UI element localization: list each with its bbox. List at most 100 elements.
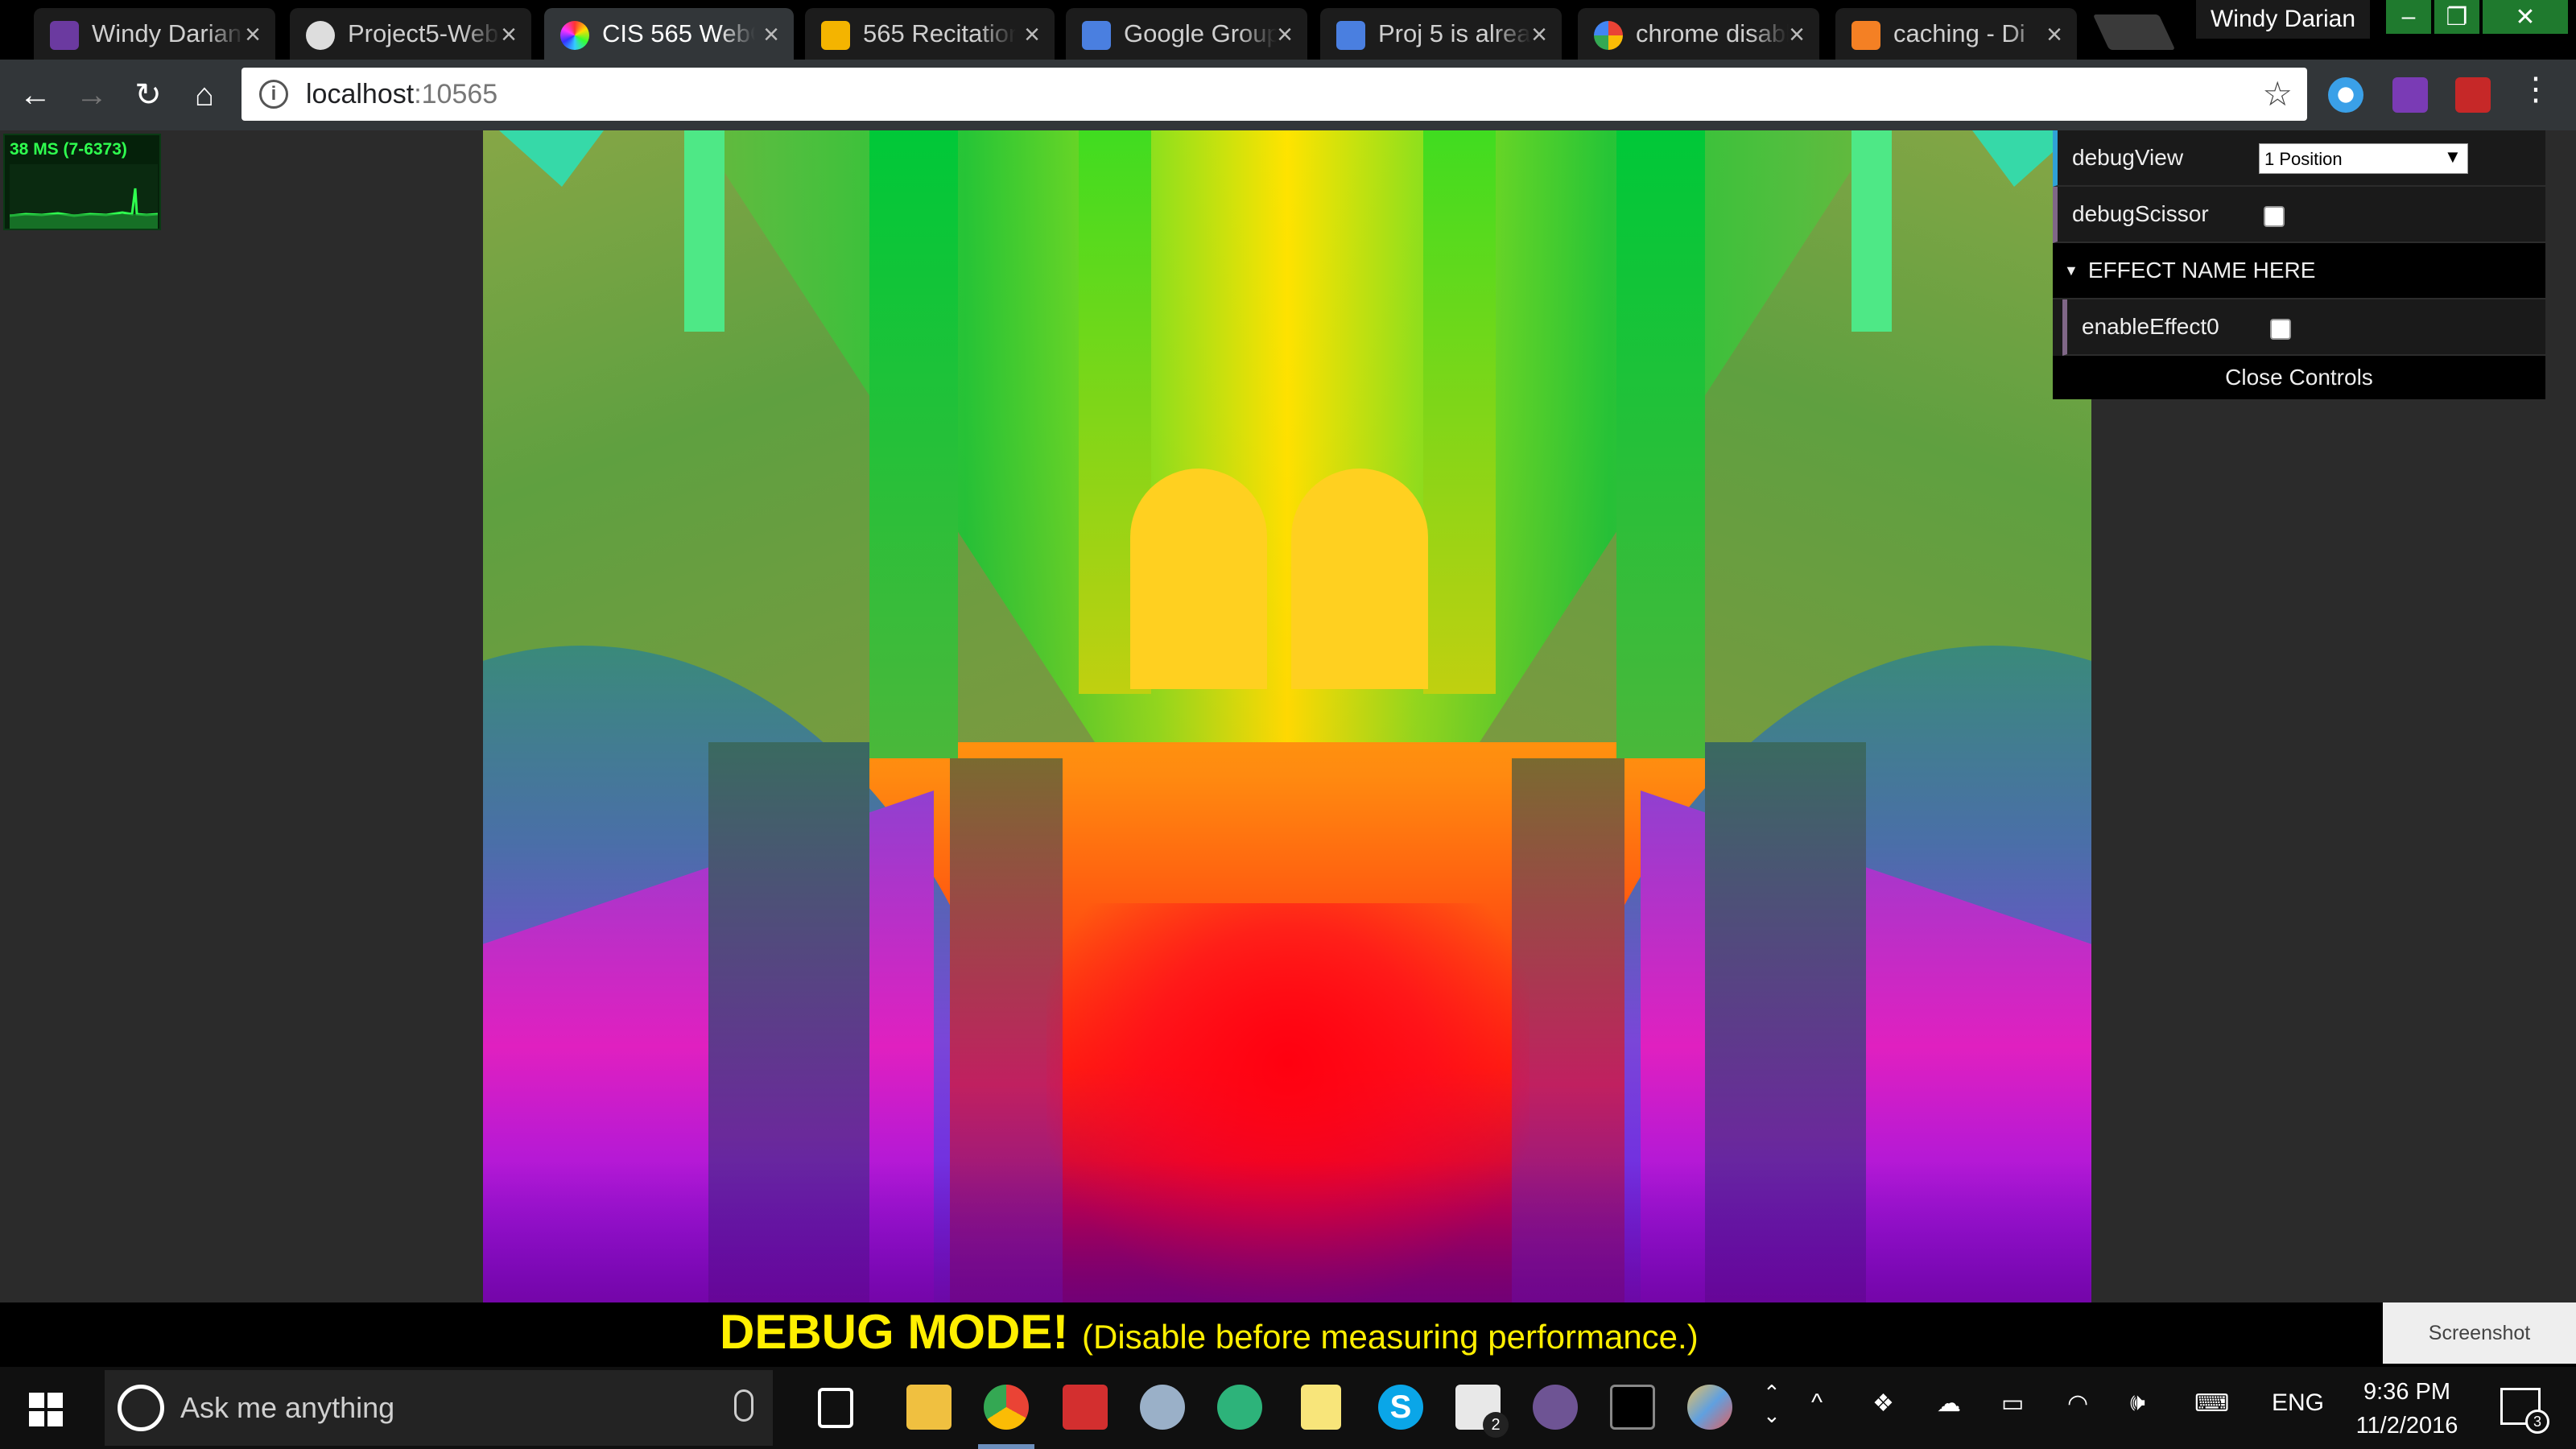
url-host: localhost bbox=[306, 78, 415, 109]
triangle-down-icon: ▼ bbox=[2064, 262, 2079, 279]
tab-close-icon[interactable]: × bbox=[501, 19, 517, 51]
tab-close-icon[interactable]: × bbox=[1531, 19, 1547, 51]
close-controls-button[interactable]: Close Controls bbox=[2053, 356, 2545, 399]
home-icon: ⌂ bbox=[194, 76, 215, 113]
debug-view-row: debugView 1 Position ▼ bbox=[2053, 130, 2545, 187]
tab-565-recitation[interactable]: 565 Recitation × bbox=[805, 8, 1055, 60]
show-hidden-icons-icon[interactable]: ^ bbox=[1811, 1389, 1823, 1417]
debug-view-select[interactable]: 1 Position bbox=[2259, 143, 2468, 174]
tab-google-groups[interactable]: Google Groups × bbox=[1066, 8, 1307, 60]
info-icon[interactable]: i bbox=[259, 80, 288, 109]
page-content: 38 MS (7-6373) debugView 1 Position ▼ de… bbox=[0, 130, 2576, 1433]
tab-close-icon[interactable]: × bbox=[1277, 19, 1293, 51]
chrome-active-indicator bbox=[978, 1444, 1034, 1449]
tab-close-icon[interactable]: × bbox=[245, 19, 261, 51]
clock-time: 9:36 PM bbox=[2363, 1379, 2450, 1405]
close-window-button[interactable]: ✕ bbox=[2483, 0, 2568, 34]
windows-taskbar: Ask me anything S 2 ⌃ ⌄ ^ ❖ ☁ ▭ ◠ 🕪 ⌨ ENG… bbox=[0, 1367, 2576, 1449]
debug-view-label: debugView bbox=[2072, 145, 2184, 170]
debug-banner-text: DEBUG MODE! (Disable before measuring pe… bbox=[720, 1304, 1699, 1360]
menu-kebab-icon[interactable]: ⋮ bbox=[2520, 71, 2552, 107]
onenote-icon[interactable] bbox=[2392, 77, 2428, 113]
task-view-icon[interactable] bbox=[818, 1388, 853, 1428]
system-clock[interactable]: 9:36 PM 11/2/2016 bbox=[2334, 1375, 2479, 1443]
url-port: :10565 bbox=[414, 78, 498, 109]
github-desktop-icon[interactable] bbox=[1533, 1385, 1578, 1430]
tab-label: Proj 5 is already bbox=[1378, 19, 1531, 47]
effect-folder-header[interactable]: ▼ EFFECT NAME HERE bbox=[2053, 243, 2545, 299]
battery-icon[interactable]: ▭ bbox=[2001, 1389, 2024, 1418]
forward-button[interactable]: → bbox=[69, 72, 114, 118]
onedrive-cloud-icon[interactable]: ☁ bbox=[1937, 1389, 1961, 1418]
mail-badge: 2 bbox=[1483, 1412, 1509, 1438]
tab-cis565-webgl[interactable]: CIS 565 WebGL × bbox=[544, 8, 794, 60]
debug-scissor-row: debugScissor bbox=[2053, 187, 2545, 243]
address-bar[interactable]: i localhost:10565 ☆ bbox=[242, 68, 2307, 121]
mail-icon[interactable]: 2 bbox=[1455, 1385, 1509, 1438]
acrobat-icon[interactable] bbox=[1063, 1385, 1108, 1430]
volume-icon[interactable]: 🕪 bbox=[2130, 1389, 2145, 1417]
action-center-icon[interactable]: 3 bbox=[2500, 1388, 2549, 1434]
back-arrow-icon: ← bbox=[19, 76, 52, 113]
tab-project5[interactable]: Project5-WebGL × bbox=[290, 8, 531, 60]
tab-close-icon[interactable]: × bbox=[1024, 19, 1040, 51]
command-prompt-icon[interactable] bbox=[1610, 1385, 1655, 1430]
fps-stats-panel[interactable]: 38 MS (7-6373) bbox=[3, 134, 161, 230]
restore-button[interactable]: ❐ bbox=[2434, 0, 2479, 34]
debug-mode-subtitle: (Disable before measuring performance.) bbox=[1082, 1318, 1699, 1356]
browser-toolbar: ← → ↻ ⌂ i localhost:10565 ☆ ⋮ bbox=[0, 60, 2576, 130]
screenshot-button[interactable]: Screenshot bbox=[2383, 1302, 2576, 1364]
url-text[interactable]: localhost:10565 bbox=[306, 79, 497, 110]
skype-icon[interactable]: S bbox=[1378, 1385, 1423, 1430]
atom-icon[interactable] bbox=[1217, 1385, 1262, 1430]
microphone-icon[interactable] bbox=[734, 1389, 753, 1422]
webgl-canvas[interactable] bbox=[483, 130, 2091, 1302]
reload-button[interactable]: ↻ bbox=[126, 72, 171, 118]
google-slides-icon bbox=[821, 21, 850, 50]
tab-label: CIS 565 WebGL bbox=[602, 19, 755, 47]
touch-keyboard-icon[interactable]: ⌨ bbox=[2194, 1389, 2229, 1418]
windows-start-icon[interactable] bbox=[29, 1393, 63, 1426]
debug-scissor-label: debugScissor bbox=[2072, 201, 2209, 226]
minimize-button[interactable]: – bbox=[2386, 0, 2431, 34]
dropbox-icon[interactable]: ❖ bbox=[1872, 1389, 1894, 1418]
tab-chrome-disable[interactable]: chrome disable × bbox=[1578, 8, 1819, 60]
tab-close-icon[interactable]: × bbox=[2046, 19, 2062, 51]
snipping-tool-icon[interactable] bbox=[1140, 1385, 1185, 1430]
file-explorer-icon[interactable] bbox=[906, 1385, 952, 1430]
back-button[interactable]: ← bbox=[13, 72, 58, 118]
tab-caching[interactable]: caching - Di × bbox=[1835, 8, 2077, 60]
stackoverflow-icon bbox=[1852, 21, 1880, 50]
pdf-extension-icon[interactable] bbox=[2455, 77, 2491, 113]
debug-scissor-checkbox[interactable] bbox=[2264, 206, 2285, 227]
enable-effect-checkbox[interactable] bbox=[2270, 319, 2291, 340]
search-placeholder: Ask me anything bbox=[180, 1391, 395, 1424]
wifi-icon[interactable]: ◠ bbox=[2067, 1389, 2088, 1418]
new-tab-button[interactable] bbox=[2092, 14, 2176, 50]
reload-icon: ↻ bbox=[134, 77, 162, 113]
paint-icon[interactable] bbox=[1687, 1385, 1732, 1430]
tab-proj5-already[interactable]: Proj 5 is already × bbox=[1320, 8, 1562, 60]
tab-windy-darian[interactable]: Windy Darian × bbox=[34, 8, 275, 60]
tab-close-icon[interactable]: × bbox=[763, 19, 779, 51]
scroll-arrows-icon[interactable]: ⌃ ⌄ bbox=[1763, 1381, 1781, 1426]
notification-count-badge: 3 bbox=[2525, 1410, 2549, 1434]
tab-label: Windy Darian bbox=[92, 19, 242, 47]
dat-gui-panel: debugView 1 Position ▼ debugScissor ▼ EF… bbox=[2053, 130, 2545, 399]
tab-label: 565 Recitation bbox=[863, 19, 1016, 47]
debug-mode-title: DEBUG MODE! bbox=[720, 1305, 1069, 1359]
cortana-icon bbox=[118, 1385, 164, 1431]
cortana-search-box[interactable]: Ask me anything bbox=[105, 1370, 773, 1446]
browser-tab-strip: Windy Darian × Project5-WebGL × CIS 565 … bbox=[0, 0, 2576, 60]
home-button[interactable]: ⌂ bbox=[182, 72, 227, 118]
chrome-icon[interactable] bbox=[984, 1385, 1029, 1430]
tab-close-icon[interactable]: × bbox=[1789, 19, 1805, 51]
color-sphere-icon bbox=[560, 21, 589, 50]
sticky-notes-icon[interactable] bbox=[1301, 1385, 1341, 1430]
google-icon bbox=[1594, 21, 1623, 50]
extension-icon[interactable] bbox=[2328, 77, 2363, 113]
language-indicator[interactable]: ENG bbox=[2272, 1389, 2324, 1417]
bookmark-star-icon[interactable]: ☆ bbox=[2262, 74, 2293, 114]
forward-arrow-icon: → bbox=[76, 76, 108, 113]
profile-button[interactable]: Windy Darian bbox=[2196, 0, 2370, 39]
